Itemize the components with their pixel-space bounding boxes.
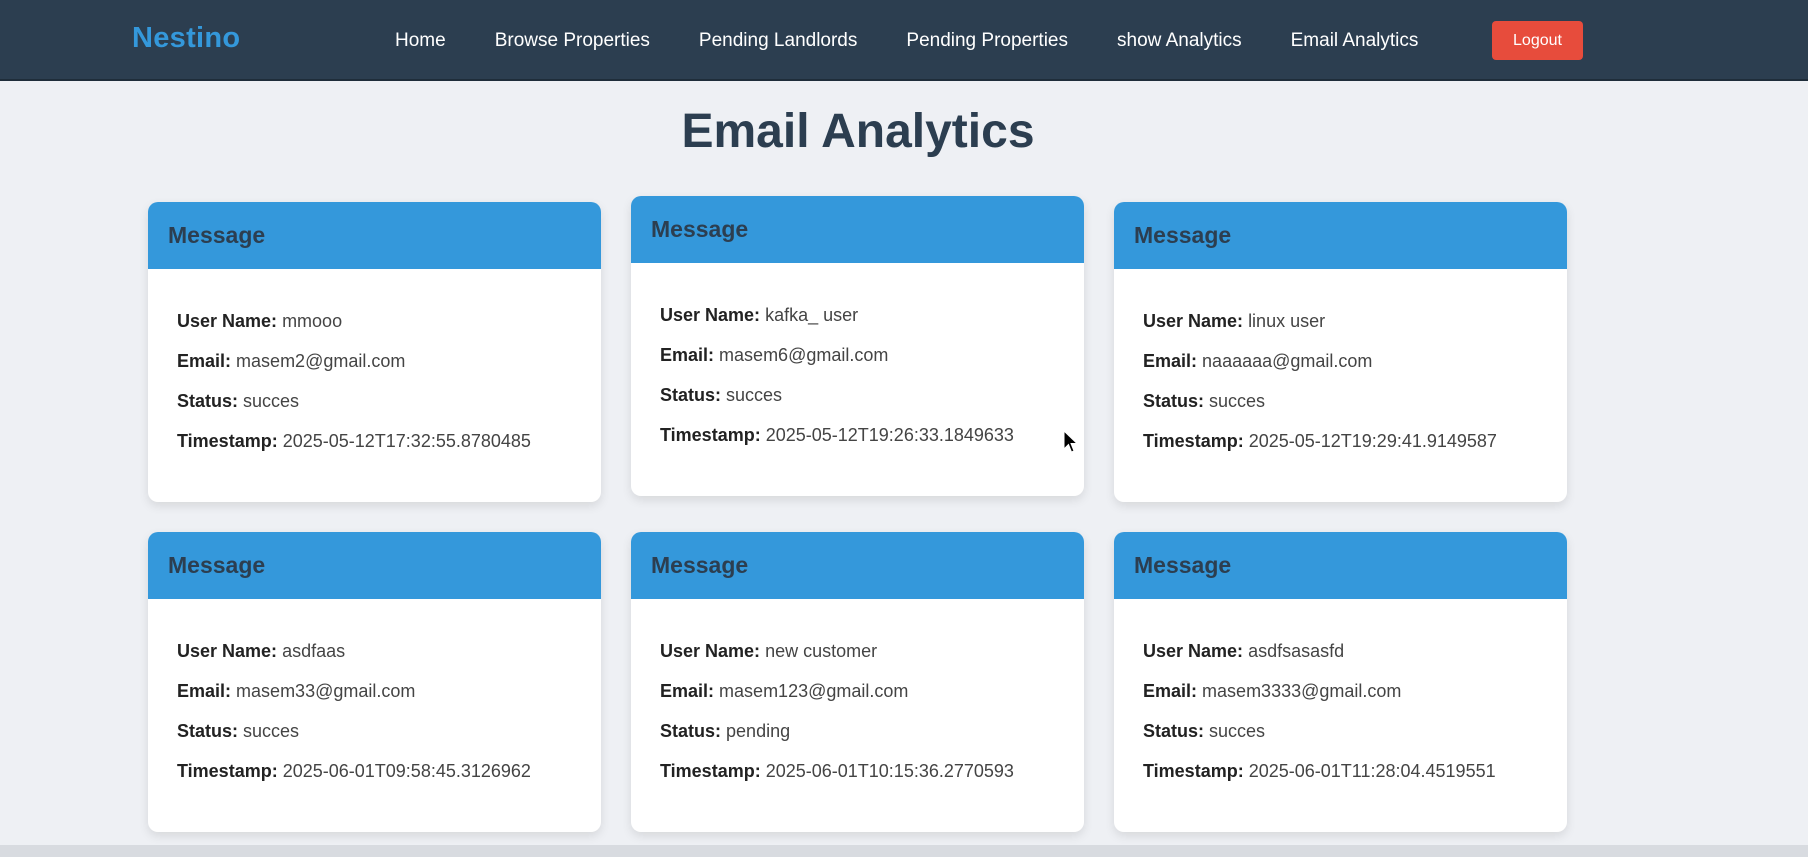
email-field: Email: masem33@gmail.com bbox=[177, 680, 601, 720]
email-value: masem2@gmail.com bbox=[236, 351, 406, 371]
email-value: masem6@gmail.com bbox=[719, 345, 889, 365]
user-name-value: mmooo bbox=[282, 311, 343, 331]
user-name-label: User Name: bbox=[1143, 311, 1244, 331]
user-name-field: User Name: new customer bbox=[660, 640, 1084, 680]
status-label: Status: bbox=[660, 385, 722, 405]
timestamp-field: Timestamp: 2025-06-01T10:15:36.2770593 bbox=[660, 760, 1084, 800]
status-label: Status: bbox=[177, 721, 239, 741]
status-field: Status: succes bbox=[177, 720, 601, 760]
message-card: Message User Name: asdfsasasfd Email: ma… bbox=[1114, 532, 1567, 832]
user-name-field: User Name: asdfaas bbox=[177, 640, 601, 680]
status-label: Status: bbox=[177, 391, 239, 411]
user-name-field: User Name: mmooo bbox=[177, 310, 601, 350]
status-label: Status: bbox=[660, 721, 722, 741]
nav-pending-properties[interactable]: Pending Properties bbox=[906, 30, 1068, 52]
top-navbar: Nestino Home Browse Properties Pending L… bbox=[0, 0, 1808, 81]
timestamp-field: Timestamp: 2025-05-12T19:26:33.1849633 bbox=[660, 424, 1084, 464]
email-label: Email: bbox=[660, 345, 715, 365]
email-value: masem123@gmail.com bbox=[719, 681, 909, 701]
bottom-strip bbox=[0, 845, 1808, 857]
email-label: Email: bbox=[1143, 681, 1198, 701]
card-header: Message bbox=[148, 202, 601, 269]
brand-logo[interactable]: Nestino bbox=[132, 22, 240, 55]
user-name-value: kafka_ user bbox=[765, 305, 859, 325]
email-label: Email: bbox=[177, 681, 232, 701]
email-value: naaaaaa@gmail.com bbox=[1202, 351, 1373, 371]
user-name-label: User Name: bbox=[660, 641, 761, 661]
status-value: pending bbox=[726, 721, 791, 741]
message-card: Message User Name: linux user Email: naa… bbox=[1114, 202, 1567, 502]
user-name-label: User Name: bbox=[177, 311, 278, 331]
timestamp-label: Timestamp: bbox=[177, 431, 278, 451]
timestamp-field: Timestamp: 2025-05-12T17:32:55.8780485 bbox=[177, 430, 601, 470]
status-value: succes bbox=[1209, 391, 1266, 411]
status-field: Status: succes bbox=[1143, 720, 1567, 760]
message-card: Message User Name: mmooo Email: masem2@g… bbox=[148, 202, 601, 502]
email-value: masem3333@gmail.com bbox=[1202, 681, 1402, 701]
timestamp-field: Timestamp: 2025-06-01T09:58:45.3126962 bbox=[177, 760, 601, 800]
email-field: Email: masem6@gmail.com bbox=[660, 344, 1084, 384]
card-header: Message bbox=[1114, 532, 1567, 599]
email-field: Email: masem123@gmail.com bbox=[660, 680, 1084, 720]
message-card: Message User Name: new customer Email: m… bbox=[631, 532, 1084, 832]
nav-browse-properties[interactable]: Browse Properties bbox=[495, 30, 650, 52]
status-label: Status: bbox=[1143, 391, 1205, 411]
nav-pending-landlords[interactable]: Pending Landlords bbox=[699, 30, 857, 52]
card-header: Message bbox=[631, 532, 1084, 599]
nav-home[interactable]: Home bbox=[395, 30, 446, 52]
email-field: Email: masem3333@gmail.com bbox=[1143, 680, 1567, 720]
status-label: Status: bbox=[1143, 721, 1205, 741]
status-field: Status: pending bbox=[660, 720, 1084, 760]
mouse-cursor-icon bbox=[1063, 429, 1079, 459]
user-name-label: User Name: bbox=[660, 305, 761, 325]
user-name-field: User Name: asdfsasasfd bbox=[1143, 640, 1567, 680]
timestamp-value: 2025-06-01T10:15:36.2770593 bbox=[765, 761, 1014, 781]
status-value: succes bbox=[243, 391, 300, 411]
card-header: Message bbox=[1114, 202, 1567, 269]
timestamp-label: Timestamp: bbox=[1143, 761, 1244, 781]
card-header: Message bbox=[148, 532, 601, 599]
timestamp-value: 2025-05-12T19:29:41.9149587 bbox=[1248, 431, 1497, 451]
email-label: Email: bbox=[1143, 351, 1198, 371]
email-label: Email: bbox=[177, 351, 232, 371]
status-value: succes bbox=[243, 721, 300, 741]
timestamp-label: Timestamp: bbox=[177, 761, 278, 781]
logout-button[interactable]: Logout bbox=[1492, 21, 1583, 60]
user-name-value: asdfsasasfd bbox=[1248, 641, 1345, 661]
user-name-value: new customer bbox=[765, 641, 878, 661]
card-header: Message bbox=[631, 196, 1084, 263]
user-name-field: User Name: kafka_ user bbox=[660, 304, 1084, 344]
timestamp-label: Timestamp: bbox=[1143, 431, 1244, 451]
timestamp-label: Timestamp: bbox=[660, 425, 761, 445]
status-value: succes bbox=[726, 385, 783, 405]
nav-email-analytics[interactable]: Email Analytics bbox=[1291, 30, 1419, 52]
email-field: Email: naaaaaa@gmail.com bbox=[1143, 350, 1567, 390]
nav-links: Home Browse Properties Pending Landlords… bbox=[395, 0, 1467, 81]
timestamp-value: 2025-05-12T19:26:33.1849633 bbox=[765, 425, 1014, 445]
email-value: masem33@gmail.com bbox=[236, 681, 416, 701]
email-field: Email: masem2@gmail.com bbox=[177, 350, 601, 390]
timestamp-value: 2025-06-01T11:28:04.4519551 bbox=[1248, 761, 1496, 781]
status-field: Status: succes bbox=[177, 390, 601, 430]
timestamp-label: Timestamp: bbox=[660, 761, 761, 781]
timestamp-value: 2025-05-12T17:32:55.8780485 bbox=[282, 431, 531, 451]
status-value: succes bbox=[1209, 721, 1266, 741]
timestamp-field: Timestamp: 2025-06-01T11:28:04.4519551 bbox=[1143, 760, 1567, 800]
nav-show-analytics[interactable]: show Analytics bbox=[1117, 30, 1242, 52]
status-field: Status: succes bbox=[1143, 390, 1567, 430]
page-title: Email Analytics bbox=[681, 105, 1035, 158]
user-name-label: User Name: bbox=[1143, 641, 1244, 661]
user-name-value: asdfaas bbox=[282, 641, 346, 661]
status-field: Status: succes bbox=[660, 384, 1084, 424]
message-card: Message User Name: asdfaas Email: masem3… bbox=[148, 532, 601, 832]
email-label: Email: bbox=[660, 681, 715, 701]
timestamp-field: Timestamp: 2025-05-12T19:29:41.9149587 bbox=[1143, 430, 1567, 470]
timestamp-value: 2025-06-01T09:58:45.3126962 bbox=[282, 761, 531, 781]
user-name-label: User Name: bbox=[177, 641, 278, 661]
message-card: Message User Name: kafka_ user Email: ma… bbox=[631, 196, 1084, 496]
user-name-value: linux user bbox=[1248, 311, 1326, 331]
user-name-field: User Name: linux user bbox=[1143, 310, 1567, 350]
